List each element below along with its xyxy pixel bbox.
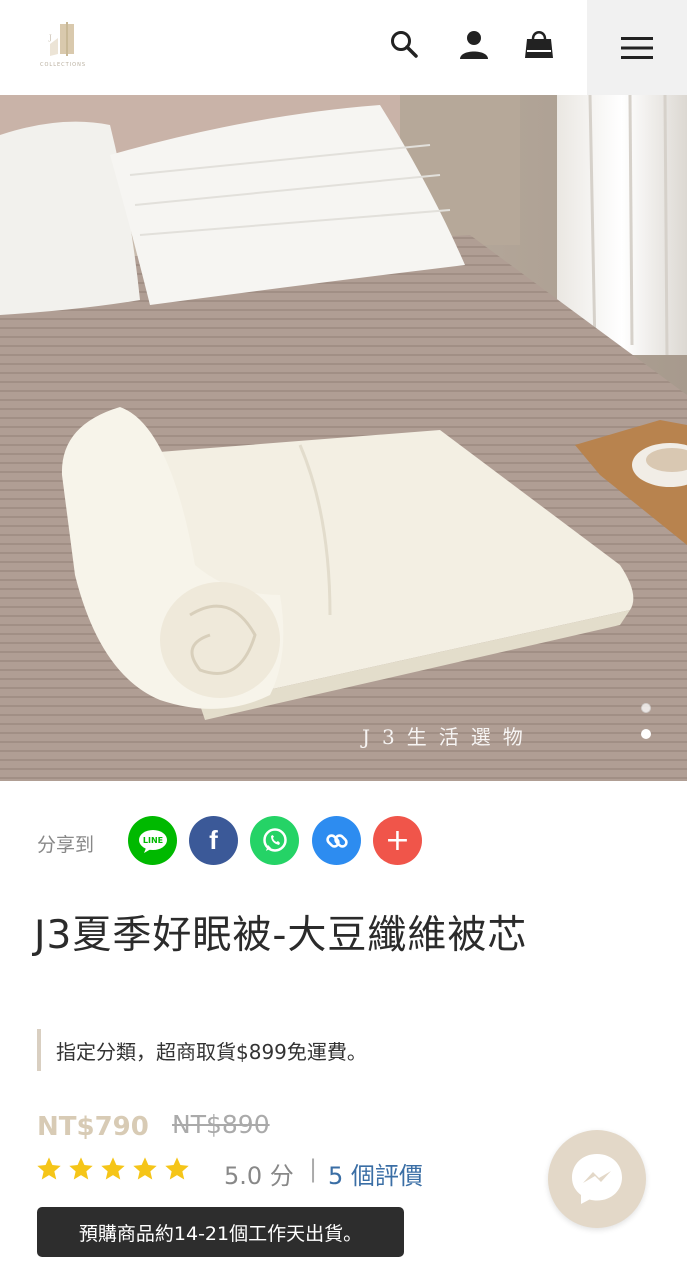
search-icon[interactable] bbox=[386, 26, 422, 62]
facebook-icon: f bbox=[209, 825, 218, 855]
preorder-notice: 預購商品約14-21個工作天出貨。 bbox=[37, 1207, 404, 1257]
shopping-bag-icon[interactable] bbox=[521, 26, 557, 62]
promo-banner: 指定分類，超商取貨$899免運費。 bbox=[37, 1029, 367, 1071]
menu-icon bbox=[621, 36, 653, 59]
site-header: J COLLECTIONS bbox=[0, 0, 687, 95]
product-photo bbox=[0, 95, 687, 781]
product-image-carousel[interactable]: J3生活選物 bbox=[0, 95, 687, 781]
image-watermark: J3生活選物 bbox=[362, 725, 535, 749]
link-icon bbox=[325, 833, 348, 848]
share-copy-link-button[interactable] bbox=[312, 816, 361, 865]
line-icon: LINE bbox=[138, 829, 167, 853]
rating-separator: | bbox=[309, 1155, 318, 1183]
product-title: J3夏季好眠被-大豆纖維被芯 bbox=[34, 913, 528, 958]
rating-stars[interactable] bbox=[35, 1155, 191, 1183]
logo-mark: J bbox=[48, 22, 74, 56]
share-more-button[interactable]: + bbox=[373, 816, 422, 865]
star-icon bbox=[133, 1157, 157, 1180]
messenger-chat-button[interactable] bbox=[548, 1130, 646, 1228]
sale-price: NT$790 bbox=[37, 1112, 149, 1142]
share-whatsapp-button[interactable] bbox=[250, 816, 299, 865]
original-price: NT$890 bbox=[172, 1110, 270, 1139]
svg-text:J: J bbox=[48, 34, 52, 42]
star-icon bbox=[69, 1157, 93, 1180]
user-icon[interactable] bbox=[456, 26, 492, 62]
preorder-notice-text: 預購商品約14-21個工作天出貨。 bbox=[78, 1222, 363, 1245]
star-icon bbox=[101, 1157, 125, 1180]
share-label: 分享到 bbox=[37, 834, 95, 856]
carousel-dot-2[interactable] bbox=[641, 729, 651, 739]
brand-logo[interactable]: J COLLECTIONS bbox=[36, 18, 90, 72]
whatsapp-icon bbox=[262, 827, 287, 852]
messenger-icon bbox=[572, 1154, 622, 1204]
rating-score: 5.0 分 bbox=[224, 1162, 294, 1190]
star-icon bbox=[165, 1157, 189, 1180]
logo-text: COLLECTIONS bbox=[39, 62, 87, 68]
carousel-dot-1[interactable] bbox=[641, 703, 651, 713]
promo-text: 指定分類，超商取貨$899免運費。 bbox=[56, 1039, 367, 1064]
share-facebook-button[interactable]: f bbox=[189, 816, 238, 865]
star-icon bbox=[37, 1157, 61, 1180]
menu-button[interactable] bbox=[587, 0, 687, 95]
reviews-link[interactable]: 5 個評價 bbox=[328, 1156, 423, 1191]
plus-icon: + bbox=[384, 823, 411, 858]
share-line-button[interactable]: LINE bbox=[128, 816, 177, 865]
svg-text:LINE: LINE bbox=[142, 836, 162, 845]
